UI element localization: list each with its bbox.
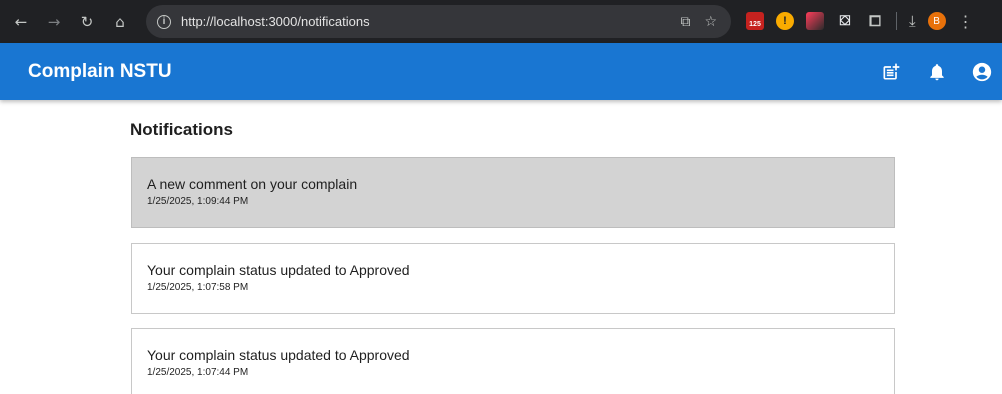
toolbar-divider	[896, 12, 897, 30]
extensions-area: 125 ! ⛋ ⧠ ⤓ B ⋮	[746, 9, 974, 33]
app-bar: Complain NSTU	[0, 43, 1002, 100]
url-text[interactable]: http://localhost:3000/notifications	[181, 14, 370, 29]
notification-timestamp: 1/25/2025, 1:07:44 PM	[147, 367, 249, 378]
notification-message: A new comment on your complain	[147, 176, 358, 192]
yellow-extension-icon[interactable]: !	[776, 12, 794, 30]
app-bar-actions	[879, 43, 1002, 100]
bookmark-star-icon[interactable]: ☆	[704, 14, 717, 30]
browser-menu-icon[interactable]: ⋮	[958, 12, 974, 31]
browser-toolbar: ← → ↻ ⌂ i http://localhost:3000/notifica…	[0, 0, 1002, 43]
pink-extension-icon[interactable]	[806, 12, 824, 30]
notification-item[interactable]: Your complain status updated to Approved…	[131, 328, 895, 394]
notification-message: Your complain status updated to Approved	[147, 262, 410, 278]
notification-timestamp: 1/25/2025, 1:07:58 PM	[147, 282, 249, 293]
notification-timestamp: 1/25/2025, 1:09:44 PM	[147, 196, 249, 207]
account-circle-icon[interactable]	[970, 60, 994, 84]
notifications-bell-icon[interactable]	[925, 60, 949, 84]
reload-icon[interactable]: ↻	[75, 10, 99, 34]
notification-item[interactable]: A new comment on your complain 1/25/2025…	[131, 157, 895, 228]
page-title: Notifications	[130, 120, 233, 139]
post-add-icon[interactable]	[879, 60, 903, 84]
gift-extension-icon[interactable]: ⛋	[836, 12, 854, 30]
home-icon[interactable]: ⌂	[108, 10, 132, 34]
site-info-icon[interactable]: i	[157, 14, 171, 29]
calendar-extension-icon[interactable]: 125	[746, 12, 764, 30]
back-arrow-icon[interactable]: ←	[9, 10, 33, 34]
notification-message: Your complain status updated to Approved	[147, 347, 410, 363]
install-app-icon[interactable]: ⧉	[680, 14, 690, 30]
app-title[interactable]: Complain NSTU	[28, 61, 172, 83]
address-bar[interactable]: i http://localhost:3000/notifications ⧉ …	[146, 5, 731, 38]
forward-arrow-icon[interactable]: →	[42, 10, 66, 34]
download-icon[interactable]: ⤓	[909, 12, 916, 30]
notification-item[interactable]: Your complain status updated to Approved…	[131, 243, 895, 314]
extensions-puzzle-icon[interactable]: ⧠	[866, 12, 884, 30]
profile-avatar[interactable]: B	[927, 12, 946, 30]
